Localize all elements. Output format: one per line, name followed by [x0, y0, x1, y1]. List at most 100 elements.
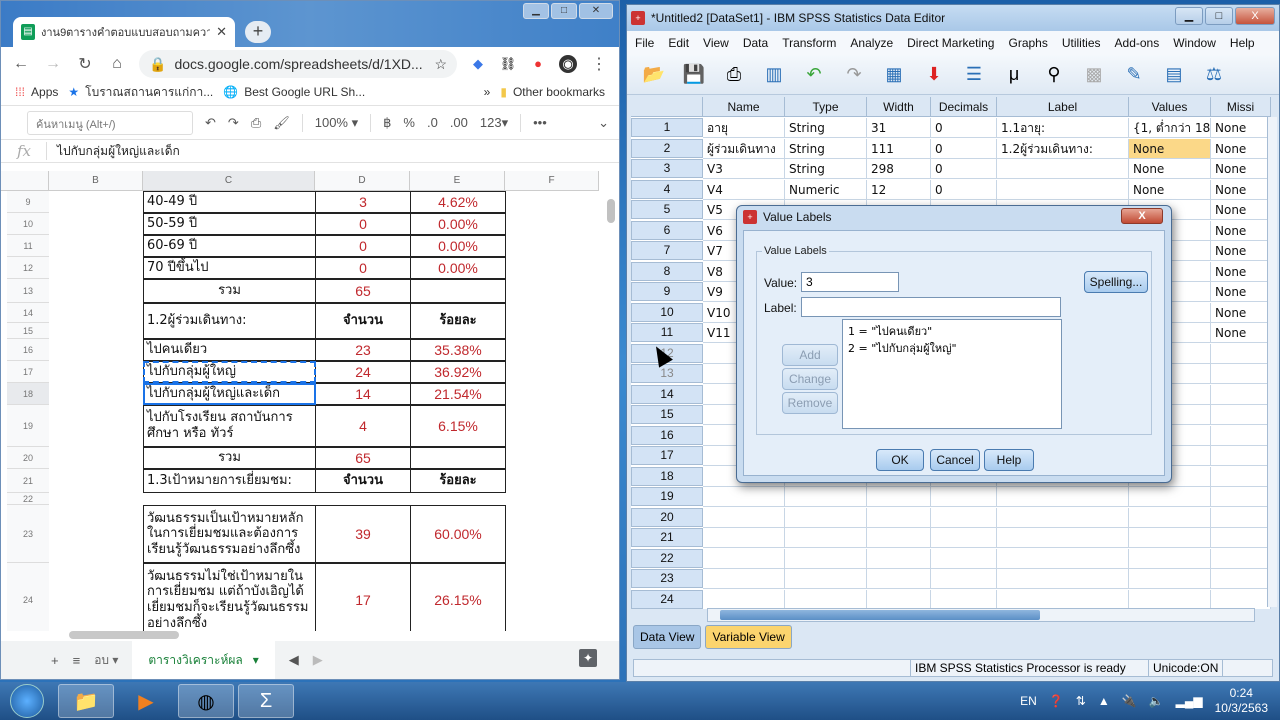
cell-label[interactable]: วัฒนธรรมเป็นเป้าหมายหลักในการเยี่ยมชมและ… — [143, 505, 316, 563]
undo-icon[interactable]: ↶ — [205, 115, 216, 131]
menu-window[interactable]: Window — [1173, 36, 1216, 50]
percent-button[interactable]: % — [403, 115, 415, 130]
recall-dialog-icon[interactable]: ▥ — [759, 60, 789, 90]
network-icon[interactable]: ⇅ — [1076, 694, 1086, 708]
empty-cell[interactable] — [1211, 589, 1271, 609]
empty-cell[interactable] — [867, 589, 931, 609]
empty-cell[interactable] — [1211, 569, 1271, 589]
row-header[interactable]: 2 — [631, 138, 703, 158]
menu-transform[interactable]: Transform — [782, 36, 836, 50]
cell-count[interactable]: 23 — [315, 339, 411, 361]
cell-dec[interactable]: 0 — [931, 118, 997, 138]
bookmark-item[interactable]: 🌐 Best Google URL Sh... — [223, 85, 365, 99]
cancel-button[interactable]: Cancel — [930, 449, 980, 471]
extension-shield-icon[interactable]: ◆ — [469, 55, 487, 73]
row-header[interactable]: 17 — [7, 361, 49, 383]
empty-cell[interactable] — [997, 589, 1129, 609]
ok-button[interactable]: OK — [876, 449, 924, 471]
row-header[interactable]: 23 — [631, 569, 703, 588]
cell-missing[interactable]: None — [1211, 138, 1271, 159]
menu-data[interactable]: Data — [743, 36, 768, 50]
close-window-button[interactable]: ✕ — [579, 3, 613, 19]
cell-percent[interactable]: 26.15% — [410, 563, 506, 631]
cell-percent[interactable]: 6.15% — [410, 405, 506, 447]
column-header-name[interactable]: Name — [703, 97, 785, 117]
cell-percent[interactable]: 36.92% — [410, 361, 506, 383]
empty-cell[interactable] — [1129, 569, 1211, 589]
add-sheet-icon[interactable]: + — [51, 653, 59, 668]
cell-label[interactable]: 60-69 ปี — [143, 235, 316, 257]
column-header-missing[interactable]: Missi — [1211, 97, 1271, 117]
empty-cell[interactable] — [931, 528, 997, 548]
vertical-scrollbar[interactable] — [607, 199, 615, 223]
empty-cell[interactable] — [703, 487, 785, 507]
row-header[interactable]: 10 — [631, 302, 703, 322]
close-dialog-button[interactable]: X — [1121, 208, 1163, 224]
cell-percent[interactable]: 60.00% — [410, 505, 506, 563]
row-header[interactable]: 23 — [7, 505, 49, 563]
empty-cell[interactable] — [1129, 548, 1211, 569]
cell-label[interactable] — [997, 159, 1129, 179]
menu-add-ons[interactable]: Add-ons — [1115, 36, 1160, 50]
cell-missing[interactable]: None — [1211, 241, 1271, 261]
print-icon[interactable]: ⎙ — [251, 115, 261, 131]
cell-name[interactable]: ผู้ร่วมเดินทาง — [703, 138, 785, 159]
horizontal-scrollbar[interactable] — [69, 631, 179, 639]
row-header[interactable]: 4 — [631, 179, 703, 199]
media-player-icon[interactable]: ▶ — [118, 684, 174, 718]
cell-values[interactable]: None — [1129, 159, 1211, 179]
cell-label[interactable] — [997, 179, 1129, 200]
cell-count[interactable]: 65 — [315, 447, 411, 469]
empty-cell[interactable] — [931, 589, 997, 609]
tab-variable-view[interactable]: Variable View — [705, 625, 792, 649]
cell-label[interactable]: 1.2ผู้ร่วมเดินทาง: — [997, 138, 1129, 159]
row-header[interactable]: 18 — [631, 466, 703, 486]
cell-label[interactable]: ไปกับโรงเรียน สถาบันการศึกษา หรือ ทัวร์ — [143, 405, 316, 447]
row-header[interactable]: 21 — [631, 528, 703, 547]
cell-label[interactable]: ไปกับกลุ่มผู้ใหญ่และเด็ก — [143, 383, 316, 405]
empty-cell[interactable] — [1211, 487, 1271, 507]
row-header[interactable]: 20 — [631, 507, 703, 527]
empty-cell[interactable] — [867, 569, 931, 589]
corner-cell[interactable] — [1, 171, 49, 191]
empty-cell[interactable] — [931, 548, 997, 569]
clock[interactable]: 0:24 10/3/2563 — [1215, 686, 1268, 716]
empty-cell[interactable] — [867, 507, 931, 528]
extension-link-icon[interactable]: ⛓ — [499, 55, 517, 73]
column-header-c[interactable]: C — [143, 171, 315, 191]
row-header[interactable]: 24 — [7, 563, 49, 631]
column-header-values[interactable]: Values — [1129, 97, 1211, 117]
bookmarks-overflow[interactable]: » — [484, 85, 491, 99]
column-header-dec[interactable]: Decimals — [931, 97, 997, 117]
row-header[interactable]: 11 — [631, 323, 703, 342]
undo-icon[interactable]: ↶ — [799, 60, 829, 90]
empty-cell[interactable] — [703, 569, 785, 589]
currency-button[interactable]: ฿ — [383, 115, 391, 131]
empty-cell[interactable] — [1211, 405, 1271, 425]
empty-cell[interactable] — [867, 487, 931, 507]
chrome-menu-icon[interactable]: ⋮ — [589, 54, 609, 74]
row-header[interactable]: 14 — [7, 303, 49, 323]
cell-label[interactable]: ไปกับกลุ่มผู้ใหญ่ — [143, 361, 316, 383]
cell-percent[interactable]: 35.38% — [410, 339, 506, 361]
maximize-button[interactable]: □ — [551, 3, 577, 19]
menu-search-input[interactable]: ค้นหาเมนู (Alt+/) — [27, 110, 193, 135]
maximize-button[interactable]: □ — [1205, 7, 1233, 25]
split-file-icon[interactable]: ▩ — [1079, 60, 1109, 90]
formula-input[interactable]: ไปกับกลุ่มผู้ใหญ่และเด็ก — [47, 142, 180, 161]
row-header[interactable]: 6 — [631, 220, 703, 240]
extension-record-icon[interactable]: ● — [529, 55, 547, 73]
cell-label[interactable]: รวม — [143, 447, 316, 469]
empty-cell[interactable] — [785, 507, 867, 528]
menu-edit[interactable]: Edit — [668, 36, 689, 50]
cell-missing[interactable]: None — [1211, 261, 1271, 282]
bookmark-item[interactable]: ★ โบราณสถานคารแก่กา... — [68, 83, 213, 102]
forward-icon[interactable]: → — [43, 55, 63, 73]
variables-icon[interactable]: μ — [999, 60, 1029, 90]
menu-file[interactable]: File — [635, 36, 654, 50]
scrollbar-thumb[interactable] — [720, 610, 1040, 620]
empty-cell[interactable] — [703, 589, 785, 609]
column-header-f[interactable]: F — [505, 171, 599, 191]
row-header[interactable]: 13 — [7, 279, 49, 303]
collapse-chevron-icon[interactable]: ⌄ — [598, 115, 609, 131]
